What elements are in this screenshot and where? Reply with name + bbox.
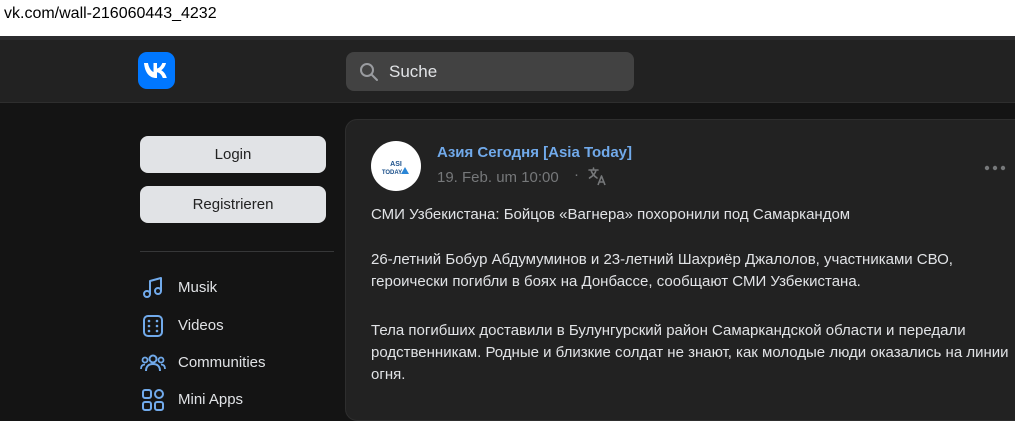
- post-paragraph: Тела погибших доставили в Булунгурский р…: [371, 322, 1009, 383]
- more-options-icon[interactable]: [984, 158, 1006, 176]
- address-bar[interactable]: vk.com/wall-216060443_4232: [0, 0, 1015, 36]
- sidebar-item-label: Communities: [178, 354, 266, 371]
- sidebar-item-label: Videos: [178, 317, 224, 334]
- music-icon: [140, 275, 166, 301]
- post-author-link[interactable]: Азия Сегодня [Asia Today]: [437, 144, 632, 161]
- avatar[interactable]: ASI TODAY: [371, 141, 421, 191]
- meta-separator: ·: [574, 166, 579, 183]
- search-input[interactable]: Suche: [346, 52, 634, 91]
- vk-logo-icon[interactable]: [138, 52, 175, 89]
- top-header: Suche: [0, 40, 1015, 103]
- svg-text:ASI: ASI: [390, 161, 402, 168]
- post-card: ASI TODAY Азия Сегодня [Asia Today] 19. …: [345, 119, 1015, 421]
- video-icon: [140, 313, 166, 339]
- sidebar-item-mini-apps[interactable]: Mini Apps: [140, 387, 330, 415]
- communities-icon: [140, 350, 166, 376]
- search-icon: [359, 62, 379, 87]
- address-text[interactable]: vk.com/wall-216060443_4232: [4, 5, 217, 23]
- svg-text:TODAY: TODAY: [382, 170, 402, 176]
- sidebar-item-videos[interactable]: Videos: [140, 313, 330, 341]
- post-date[interactable]: 19. Feb. um 10:00: [437, 169, 559, 186]
- sidebar-item-music[interactable]: Musik: [140, 275, 330, 303]
- search-placeholder: Suche: [389, 62, 438, 81]
- register-button[interactable]: Registrieren: [140, 186, 326, 223]
- sidebar-divider: [140, 251, 334, 252]
- post-title: СМИ Узбекистана: Бойцов «Вагнера» похоро…: [371, 206, 851, 223]
- post-paragraph: 26-летний Бобур Абдумуминов и 23-летний …: [371, 251, 953, 290]
- apps-icon: [140, 387, 166, 413]
- sidebar-item-label: Mini Apps: [178, 391, 244, 408]
- sidebar-item-label: Musik: [178, 279, 218, 296]
- login-button[interactable]: Login: [140, 136, 326, 173]
- translate-icon[interactable]: [587, 166, 607, 191]
- sidebar-item-communities[interactable]: Communities: [140, 350, 330, 378]
